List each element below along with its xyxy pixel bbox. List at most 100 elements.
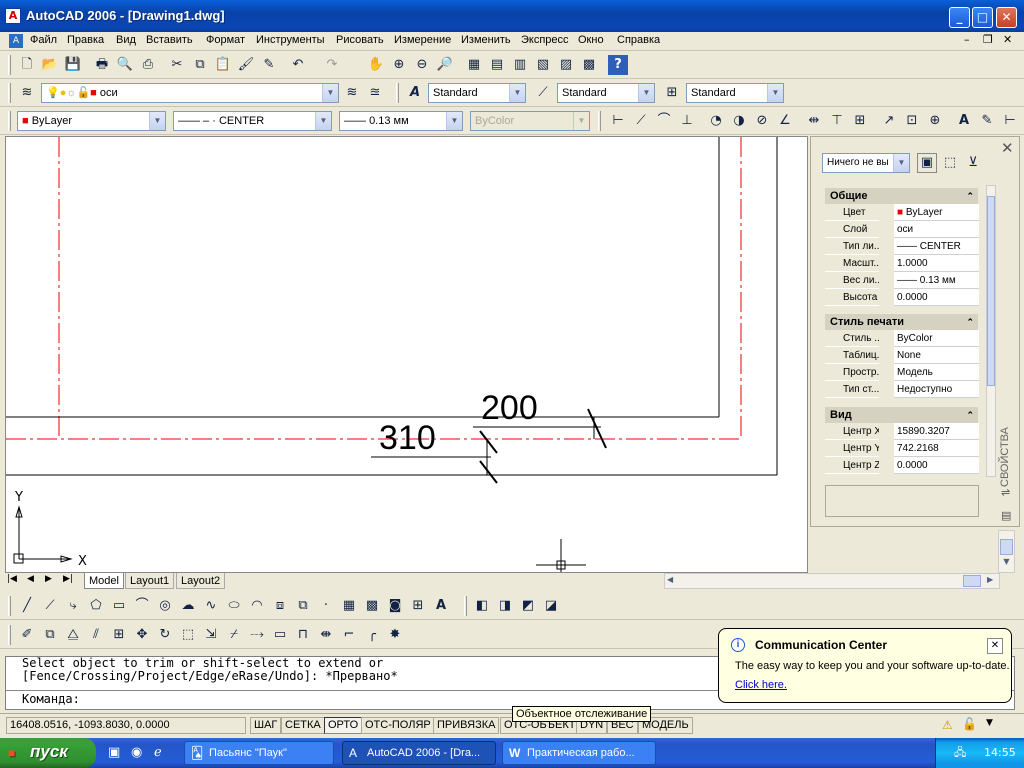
save-icon[interactable]: 💾 (63, 55, 83, 75)
line-icon[interactable]: ╱ (17, 596, 37, 616)
scroll-left-icon[interactable]: ◀ (667, 575, 673, 584)
copy-icon[interactable]: ⧉ (190, 55, 210, 75)
tolerance-icon[interactable]: ⊡ (902, 111, 922, 131)
jogged-icon[interactable]: ◑ (729, 111, 749, 131)
doc-close-icon[interactable]: ✕ (1003, 33, 1012, 46)
network-icon[interactable]: 🖧 (954, 738, 966, 768)
section-view-header[interactable]: Вид ⌃ (825, 407, 978, 423)
join-icon[interactable]: ⇼ (316, 625, 336, 645)
table-icon[interactable]: ⊞ (408, 596, 428, 616)
scroll-thumb[interactable] (1000, 539, 1013, 555)
calculator-icon[interactable]: ▩ (579, 55, 599, 75)
properties-icon[interactable]: ▦ (464, 55, 484, 75)
make-block-icon[interactable]: ⧉ (293, 596, 313, 616)
help-icon[interactable]: ? (608, 55, 628, 75)
menu-view[interactable]: Вид (116, 34, 136, 46)
layer-dropdown[interactable]: 💡●☼🔓■ оси ▼ (41, 83, 339, 103)
block-editor-icon[interactable]: ✎ (259, 55, 279, 75)
scale-icon[interactable]: ⬚ (178, 625, 198, 645)
section-general-header[interactable]: Общие ⌃ (825, 188, 978, 204)
make-layer-current-icon[interactable]: ≋ (342, 83, 362, 103)
collapse-icon[interactable]: ⌃ (966, 188, 974, 204)
markup-icon[interactable]: ▨ (556, 55, 576, 75)
table-style-icon[interactable]: ⊞ (662, 83, 682, 103)
coordinates-display[interactable]: 16408.0516, -1093.8030, 0.0000 (6, 717, 246, 734)
mirror-icon[interactable]: ⧋ (63, 625, 83, 645)
angular-icon[interactable]: ∠ (775, 111, 795, 131)
status-polar[interactable]: ОТС-ПОЛЯР (361, 717, 435, 734)
chevron-down-icon[interactable]: ▼ (322, 84, 338, 102)
chamfer-icon[interactable]: ⌐ (339, 625, 359, 645)
new-icon[interactable]: 🗋 (17, 55, 37, 75)
toolbar-grip[interactable] (8, 55, 11, 75)
document-icon[interactable]: A (9, 34, 23, 48)
vertical-scrollbar[interactable]: ▼ (998, 530, 1015, 573)
collapse-icon[interactable]: ⌃ (966, 407, 974, 423)
prop-row-center-x[interactable]: Центр X 15890.3207 (811, 423, 981, 440)
ellipse-icon[interactable]: ⬭ (224, 596, 244, 616)
title-bar[interactable]: A AutoCAD 2006 - [Drawing1.dwg] _ □ ✕ (0, 0, 1024, 32)
palette-close-icon[interactable]: ✕ (1001, 139, 1014, 157)
dim-style-dropdown[interactable]: Standard ▼ (557, 83, 655, 103)
extend-icon[interactable]: ⤏ (247, 625, 267, 645)
auto-hide-icon[interactable]: ⇌ (1001, 486, 1010, 499)
arc-icon[interactable]: ⌒ (132, 596, 152, 616)
tab-layout2[interactable]: Layout2 (176, 573, 226, 589)
revision-cloud-icon[interactable]: ☁ (178, 596, 198, 616)
selection-dropdown[interactable]: Ничего не вы ▼ (822, 153, 910, 173)
chevron-down-icon[interactable]: ▼ (509, 84, 525, 102)
communication-center-balloon[interactable]: i Communication Center ✕ The easy way to… (718, 628, 1012, 703)
mtext-icon[interactable]: A (431, 596, 451, 616)
menu-draw[interactable]: Рисовать (336, 34, 384, 46)
chevron-down-icon[interactable]: ▼ (638, 84, 654, 102)
spline-icon[interactable]: ∿ (201, 596, 221, 616)
collapse-icon[interactable]: ⌃ (966, 314, 974, 330)
radius-icon[interactable]: ◔ (706, 111, 726, 131)
toolbar-grip[interactable] (8, 83, 11, 103)
section-plotstyle-header[interactable]: Стиль печати ⌃ (825, 314, 978, 330)
trim-icon[interactable]: ⌿ (224, 625, 244, 645)
open-icon[interactable]: 📂 (40, 55, 60, 75)
move-icon[interactable]: ✥ (132, 625, 152, 645)
baseline-icon[interactable]: ⊤ (827, 111, 847, 131)
close-button[interactable]: ✕ (996, 7, 1017, 28)
erase-icon[interactable]: ✐ (17, 625, 37, 645)
point-icon[interactable]: · (316, 596, 336, 616)
palette-scrollbar[interactable] (986, 185, 996, 477)
chevron-down-icon[interactable]: ▼ (315, 112, 331, 130)
status-snap[interactable]: ШАГ (250, 717, 282, 734)
prop-row-color[interactable]: Цвет ■ ByLayer (811, 204, 981, 221)
toolbar-grip[interactable] (396, 83, 399, 103)
tab-model[interactable]: Model (84, 573, 124, 589)
clock[interactable]: 14:55 (984, 738, 1016, 768)
menu-tools[interactable]: Инструменты (256, 34, 325, 46)
status-ortho[interactable]: ОРТО (324, 717, 363, 734)
doc-restore-icon[interactable]: ❐ (983, 33, 993, 46)
prop-row-layer[interactable]: Слой оси (811, 221, 981, 238)
offset-icon[interactable]: ⫽ (86, 625, 106, 645)
chevron-down-icon[interactable]: ▼ (446, 112, 462, 130)
aligned-dim-icon[interactable]: ⟋ (631, 111, 651, 131)
menu-insert[interactable]: Вставить (146, 34, 193, 46)
prop-row-lineweight[interactable]: Вес ли... —— 0.13 мм (811, 272, 981, 289)
quick-dim-icon[interactable]: ⇹ (804, 111, 824, 131)
paste-icon[interactable]: 📋 (213, 55, 233, 75)
cut-icon[interactable]: ✂ (167, 55, 187, 75)
prop-row-plotstyle[interactable]: Стиль ... ByColor (811, 330, 981, 347)
layer-previous-icon[interactable]: ≊ (365, 83, 385, 103)
zoom-realtime-icon[interactable]: ⊕ (389, 55, 409, 75)
show-desktop-icon[interactable]: ▣ (108, 745, 120, 760)
menu-window[interactable]: Окно (578, 34, 604, 46)
undo-icon[interactable]: ↶ (288, 55, 308, 75)
stretch-icon[interactable]: ⇲ (201, 625, 221, 645)
continue-icon[interactable]: ⊞ (850, 111, 870, 131)
construction-line-icon[interactable]: ⟋ (40, 596, 60, 616)
task-spider-solitaire[interactable]: 🂡 Пасьянс "Паук" (184, 741, 334, 765)
break-point-icon[interactable]: ▭ (270, 625, 290, 645)
maximize-button[interactable]: □ (972, 7, 993, 28)
task-word-document[interactable]: W Практическая рабо... (502, 741, 656, 765)
menu-dimension[interactable]: Измерение (394, 34, 451, 46)
pan-icon[interactable]: ✋ (366, 55, 386, 75)
prop-row-height[interactable]: Высота 0.0000 (811, 289, 981, 306)
arc-length-icon[interactable]: ⌒ (654, 111, 674, 131)
